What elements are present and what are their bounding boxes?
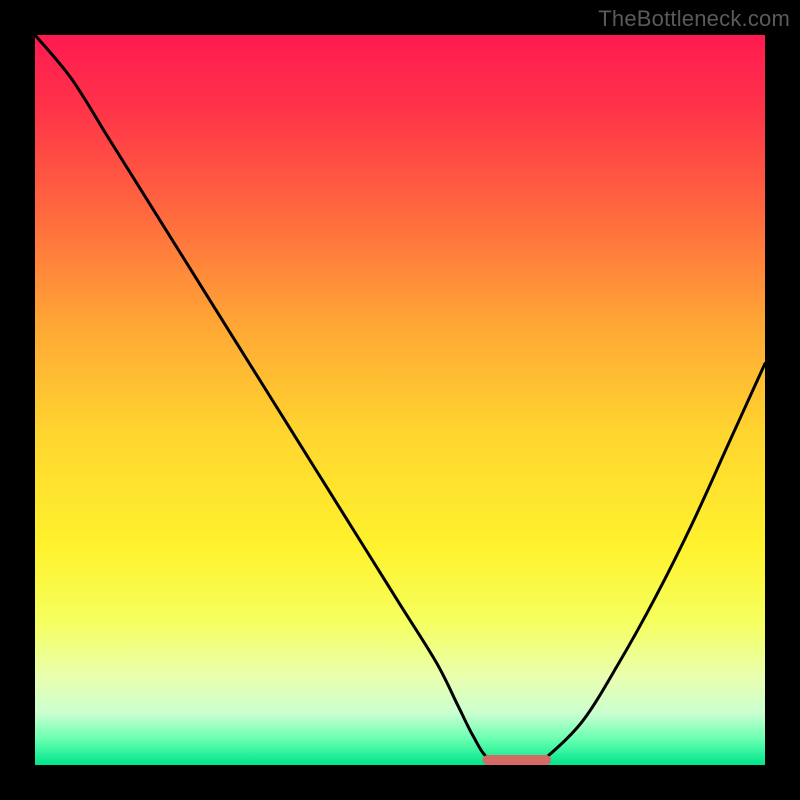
chart-svg [35, 35, 765, 765]
plot-area [35, 35, 765, 765]
chart-container: TheBottleneck.com [0, 0, 800, 800]
watermark-text: TheBottleneck.com [598, 6, 790, 32]
gradient-background [35, 35, 765, 765]
